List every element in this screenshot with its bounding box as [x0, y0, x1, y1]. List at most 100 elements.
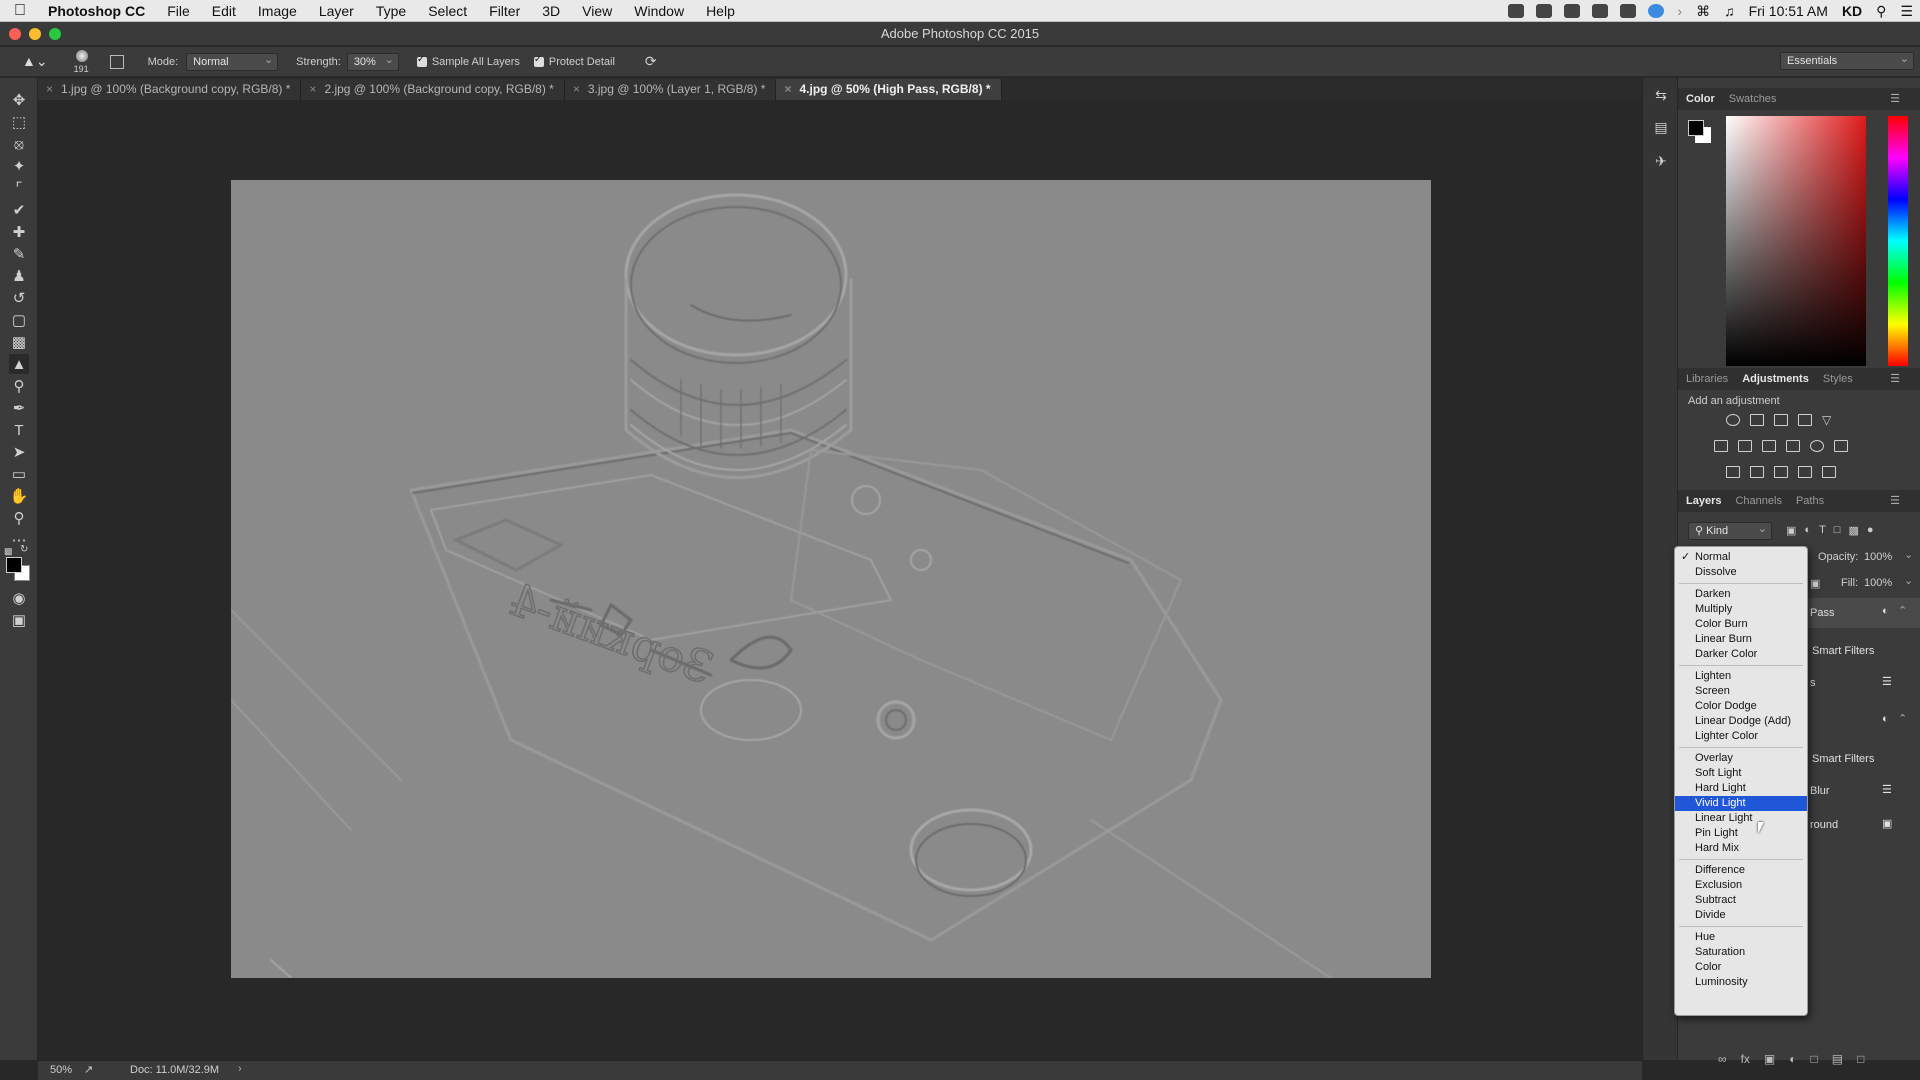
wifi-icon[interactable]: ⌘ [1689, 3, 1717, 20]
bluetooth-icon[interactable]: › [1670, 3, 1689, 19]
zoom-tool-icon[interactable]: ⚲ [9, 508, 29, 528]
blend-option-highlighted[interactable]: Vivid Light [1675, 796, 1807, 811]
sharpen-tool-preset-icon[interactable]: ▲⌄ [22, 53, 48, 70]
menu-layer[interactable]: Layer [308, 3, 365, 19]
blend-option[interactable]: Difference [1675, 863, 1807, 878]
blend-option[interactable]: Linear Light [1675, 811, 1807, 826]
photo-filter-icon[interactable] [1786, 440, 1800, 452]
blend-option[interactable]: Lighten [1675, 669, 1807, 684]
blend-option[interactable]: Luminosity [1675, 975, 1807, 990]
type-tool-icon[interactable]: T [9, 420, 29, 440]
screen-mode-icon[interactable]: ▣ [9, 610, 29, 630]
filter-smart-object-icon[interactable]: ▩ [1848, 524, 1858, 537]
panel-menu-icon[interactable]: ☰ [1890, 494, 1900, 507]
notification-center-icon[interactable]: ☰ [1893, 3, 1920, 20]
protect-detail-checkbox[interactable]: Protect Detail [533, 54, 615, 68]
gradient-tool-icon[interactable]: ▩ [9, 332, 29, 352]
filter-toggle-icon[interactable]: ● [1867, 524, 1874, 537]
filter-pixel-icon[interactable]: ▣ [1786, 524, 1796, 537]
curves-icon[interactable] [1774, 414, 1788, 426]
zoom-window-button[interactable] [49, 28, 61, 40]
brightness-contrast-icon[interactable] [1726, 414, 1740, 426]
brush-preset-picker[interactable]: 191 [68, 48, 98, 76]
history-brush-tool-icon[interactable]: ↺ [9, 288, 29, 308]
menu-window[interactable]: Window [623, 3, 695, 19]
sample-all-layers-checkbox[interactable]: Sample All Layers [416, 54, 520, 68]
close-tab-icon[interactable]: × [46, 82, 53, 96]
pen-tool-icon[interactable]: ✒ [9, 398, 29, 418]
blend-option[interactable]: Hard Light [1675, 781, 1807, 796]
blend-option[interactable]: Linear Dodge (Add) [1675, 714, 1807, 729]
hue-slider[interactable] [1888, 116, 1908, 366]
gradient-map-icon[interactable] [1822, 466, 1836, 478]
tab-document-4[interactable]: × 4.jpg @ 50% (High Pass, RGB/8) * [776, 79, 1002, 100]
tab-styles[interactable]: Styles [1823, 373, 1853, 385]
brush-panel-toggle-icon[interactable] [109, 54, 124, 69]
path-selection-tool-icon[interactable]: ➤ [9, 442, 29, 462]
opacity-dropdown-icon[interactable]: ⌄ [1904, 548, 1913, 561]
creative-cloud-icon[interactable] [1536, 4, 1553, 18]
blend-option[interactable]: Overlay [1675, 751, 1807, 766]
filter-options-icon[interactable]: ☰ [1882, 675, 1892, 688]
filter-adjustment-icon[interactable]: ◐ [1804, 524, 1811, 537]
close-tab-icon[interactable]: × [784, 82, 791, 96]
tab-document-3[interactable]: × 3.jpg @ 100% (Layer 1, RGB/8) * [564, 79, 777, 100]
hand-tool-icon[interactable]: ✋ [9, 486, 29, 506]
brush-tool-icon[interactable]: ✎ [9, 244, 29, 264]
tab-libraries[interactable]: Libraries [1686, 373, 1728, 385]
collapse-icon[interactable]: ⌃ [1898, 712, 1907, 725]
layer-style-icon[interactable]: fx [1741, 1052, 1750, 1066]
crop-tool-icon[interactable]: ⌜ [9, 178, 29, 198]
panel-menu-icon[interactable]: ☰ [1890, 372, 1900, 385]
status-menu-arrow-icon[interactable]: › [238, 1063, 242, 1075]
menu-edit[interactable]: Edit [201, 3, 247, 19]
close-window-button[interactable] [9, 28, 21, 40]
dropbox-icon[interactable] [1508, 4, 1525, 18]
channel-mixer-icon[interactable] [1810, 440, 1824, 452]
sharpen-tool-icon[interactable]: ▲ [9, 354, 29, 374]
quick-select-tool-icon[interactable]: ✦ [9, 156, 29, 176]
strength-select[interactable]: 30% [346, 52, 399, 71]
tab-adjustments[interactable]: Adjustments [1742, 373, 1809, 385]
new-adjustment-layer-icon[interactable]: ◐ [1789, 1052, 1796, 1066]
color-balance-icon[interactable] [1738, 440, 1752, 452]
add-mask-icon[interactable]: ▣ [1764, 1052, 1775, 1066]
exposure-icon[interactable] [1798, 414, 1812, 426]
tab-paths[interactable]: Paths [1796, 495, 1824, 507]
rectangle-tool-icon[interactable]: ▭ [9, 464, 29, 484]
menu-select[interactable]: Select [417, 3, 478, 19]
blend-option[interactable]: Linear Burn [1675, 632, 1807, 647]
clone-stamp-tool-icon[interactable]: ♟ [9, 266, 29, 286]
apple-icon[interactable]:  [0, 2, 40, 20]
close-tab-icon[interactable]: × [573, 82, 580, 96]
vibrance-icon[interactable]: ▽ [1822, 414, 1836, 426]
collapse-icon[interactable]: ⌃ [1898, 604, 1907, 617]
menu-help[interactable]: Help [695, 3, 746, 19]
tab-color[interactable]: Color [1686, 93, 1715, 105]
blend-option[interactable]: ✓ Normal [1675, 550, 1807, 565]
color-spectrum-field[interactable] [1726, 116, 1866, 366]
dodge-tool-icon[interactable]: ⚲ [9, 376, 29, 396]
blend-mode-dropdown[interactable]: ✓ Normal Dissolve Darken Multiply Color B… [1674, 546, 1808, 1016]
color-panel-foreground-swatch[interactable] [1688, 120, 1704, 136]
opacity-value[interactable]: 100% [1864, 551, 1892, 563]
workspace-select[interactable]: Essentials [1780, 51, 1914, 70]
swap-colors-icon[interactable]: ↻ [20, 544, 28, 555]
cloud-sync-icon[interactable] [1592, 4, 1609, 18]
delete-layer-icon[interactable]: □ [1857, 1052, 1864, 1066]
blend-option[interactable]: Color Dodge [1675, 699, 1807, 714]
fill-dropdown-icon[interactable]: ⌄ [1904, 574, 1913, 587]
blend-option[interactable]: Dissolve [1675, 565, 1807, 580]
tab-document-2[interactable]: × 2.jpg @ 100% (Background copy, RGB/8) * [301, 79, 565, 100]
foreground-color-swatch[interactable] [6, 557, 22, 573]
spotlight-icon[interactable]: ⚲ [1869, 3, 1893, 20]
fill-value[interactable]: 100% [1864, 577, 1892, 589]
threshold-icon[interactable] [1774, 466, 1788, 478]
screen-record-icon[interactable] [1564, 4, 1581, 18]
filter-type-icon[interactable]: T [1819, 524, 1826, 537]
blend-option[interactable]: Lighter Color [1675, 729, 1807, 744]
marquee-tool-icon[interactable]: ⬚ [9, 112, 29, 132]
blend-option[interactable]: Multiply [1675, 602, 1807, 617]
paths-panel-icon[interactable]: ✈ [1652, 152, 1670, 170]
levels-icon[interactable] [1750, 414, 1764, 426]
